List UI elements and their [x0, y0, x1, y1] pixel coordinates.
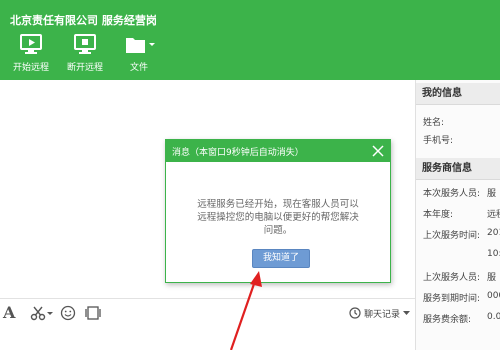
last-staff-label: 上次服务人员: [423, 273, 481, 283]
notification-dialog: 消息（本窗口9秒钟后自动消失） 远程服务已经开始，现在客服人员可以远程操控您的电… [165, 139, 391, 283]
phone-label: 手机号: [423, 136, 454, 146]
image-button[interactable] [85, 304, 101, 322]
last-service-date-value: 201 [487, 228, 500, 238]
file-label: 文件 [129, 63, 148, 73]
monitor-play-icon [20, 34, 42, 54]
scissors-icon [30, 306, 53, 321]
start-remote-label: 开始远程 [12, 63, 49, 73]
close-icon [372, 145, 384, 157]
last-service-time-label: 上次服务时间: [423, 231, 481, 241]
start-remote-button[interactable]: 开始远程 [6, 32, 56, 76]
dialog-close-button[interactable] [370, 143, 386, 159]
app-title: 北京责任有限公司 服务经营岗 [10, 14, 157, 27]
screenshot-cut-button[interactable] [30, 304, 54, 322]
provider-info-header: 服务商信息 [416, 158, 500, 180]
name-label: 姓名: [423, 118, 445, 128]
this-year-value: 远程 [487, 210, 500, 220]
this-year-label: 本年度: [423, 210, 454, 220]
chat-history-button[interactable]: 聊天记录 [349, 304, 410, 322]
dialog-ok-button[interactable]: 我知道了 [252, 249, 310, 268]
info-panel: 我的信息 姓名: 手机号: 服务商信息 本次服务人员: 服 本年度: 远程 上次… [415, 80, 500, 350]
folder-icon [126, 38, 155, 53]
stop-remote-label: 断开远程 [66, 63, 103, 73]
font-button[interactable]: A [3, 304, 19, 322]
chevron-down-icon [403, 311, 410, 315]
dialog-title: 消息（本窗口9秒钟后自动消失） [172, 148, 304, 158]
last-service-clock-value: 10: [487, 249, 500, 259]
chat-history-label: 聊天记录 [363, 309, 400, 320]
chevron-down-icon [149, 43, 155, 46]
dialog-titlebar: 消息（本窗口9秒钟后自动消失） [166, 140, 390, 162]
clock-icon [349, 307, 361, 319]
stop-remote-button[interactable]: 断开远程 [60, 32, 110, 76]
expire-time-label: 服务到期时间: [423, 294, 481, 304]
balance-value: 0.0 [487, 312, 500, 322]
smiley-icon [60, 305, 76, 321]
dialog-message: 远程服务已经开始，现在客服人员可以远程操控您的电脑以便更好的帮您解决问题。 [197, 199, 359, 236]
expire-time-value: 000 [487, 291, 500, 301]
input-toolbar: A 聊天记录 [0, 298, 415, 326]
my-info-header: 我的信息 [416, 83, 500, 105]
last-staff-value: 服 [487, 273, 497, 283]
file-button[interactable]: 文件 [114, 32, 164, 76]
image-frame-icon [85, 306, 101, 320]
current-staff-label: 本次服务人员: [423, 189, 481, 199]
emoji-button[interactable] [60, 304, 76, 322]
balance-label: 服务费余额: [423, 315, 472, 325]
app-header: 北京责任有限公司 服务经营岗 开始远程 断开远程 文件 [0, 0, 500, 80]
current-staff-value: 服 [487, 189, 497, 199]
monitor-stop-icon [74, 34, 96, 54]
message-input[interactable] [0, 326, 415, 350]
